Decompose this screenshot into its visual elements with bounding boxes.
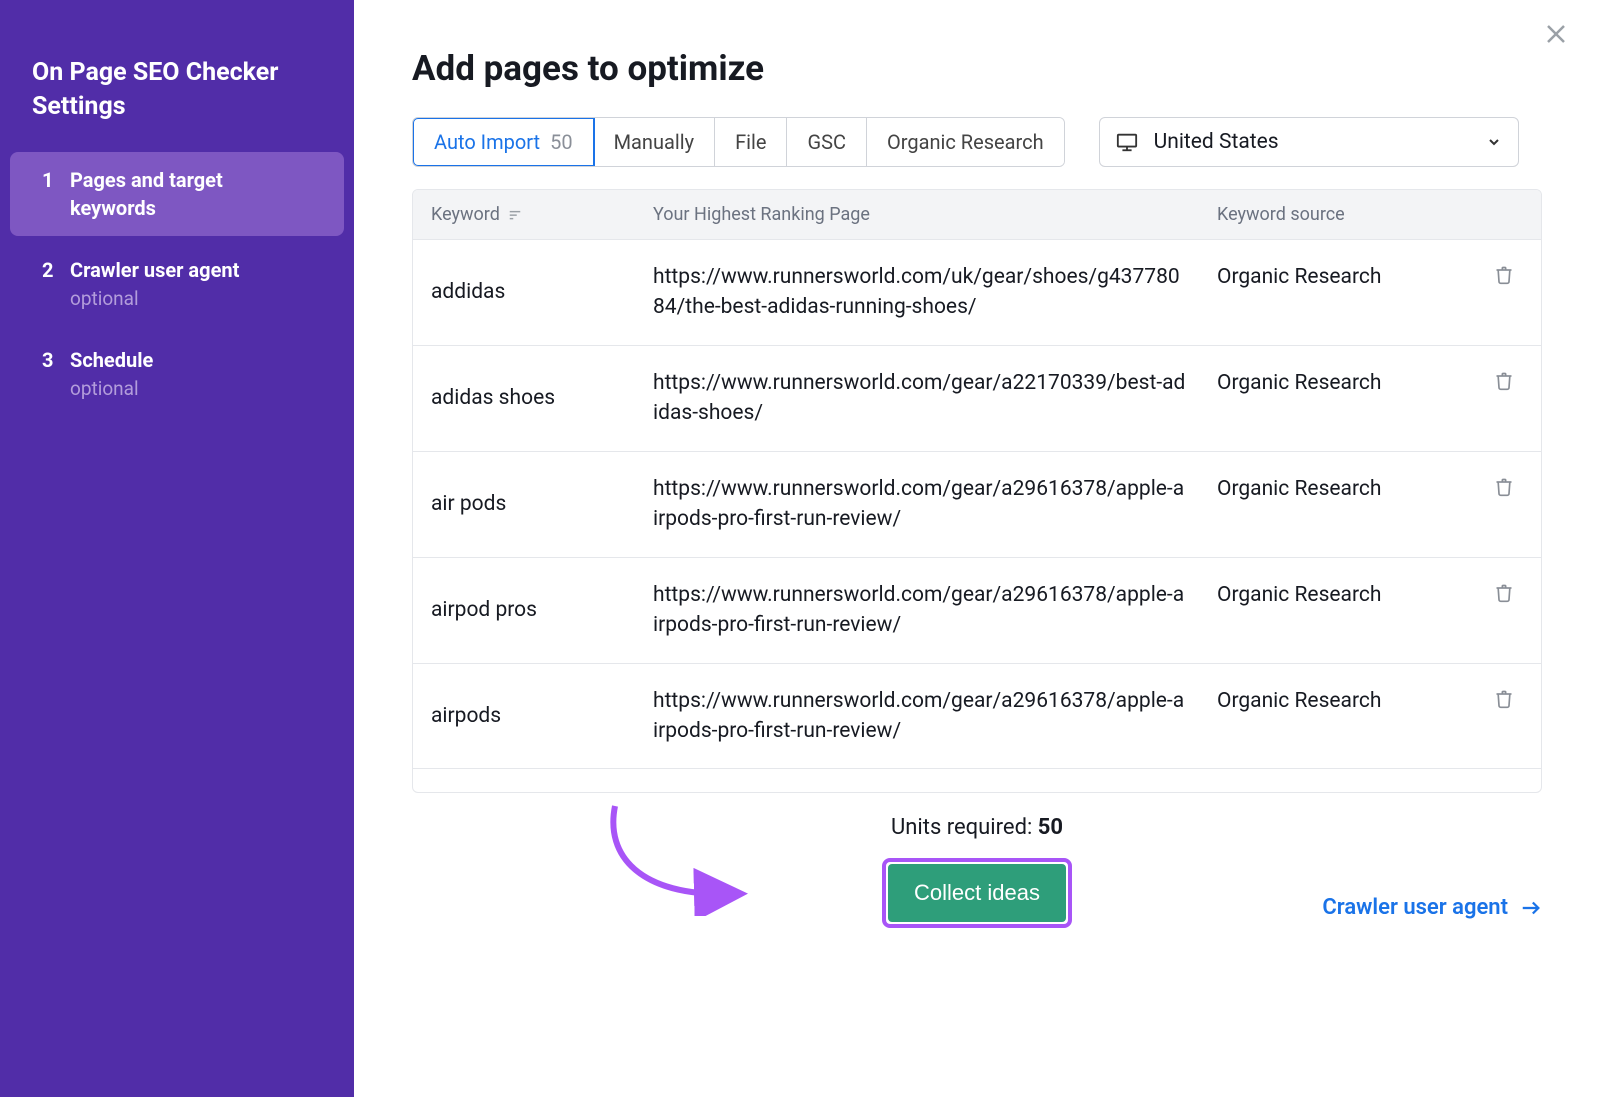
step-sublabel: optional xyxy=(70,376,153,403)
table-row: addidashttps://www.runnersworld.com/uk/g… xyxy=(413,240,1541,346)
step-schedule[interactable]: 3 Schedule optional xyxy=(10,332,344,417)
step-number: 3 xyxy=(42,346,56,374)
step-crawler-user-agent[interactable]: 2 Crawler user agent optional xyxy=(10,242,344,327)
tab-count: 50 xyxy=(550,130,572,154)
keywords-table: Keyword Your Highest Ranking Page Keywor… xyxy=(412,189,1542,793)
sidebar-title: On Page SEO Checker Settings xyxy=(0,56,354,152)
settings-sidebar: On Page SEO Checker Settings 1 Pages and… xyxy=(0,0,354,1097)
tab-auto-import[interactable]: Auto Import 50 xyxy=(412,117,595,167)
header-keyword[interactable]: Keyword xyxy=(413,204,653,225)
close-icon xyxy=(1544,22,1568,46)
units-required: Units required: 50 xyxy=(891,815,1063,840)
import-tabs: Auto Import 50 Manually File GSC Organic… xyxy=(412,117,1065,167)
next-step-label: Crawler user agent xyxy=(1322,895,1508,920)
cell-keyword: airpods xyxy=(413,686,653,747)
delete-row-button[interactable] xyxy=(1494,688,1514,718)
controls-row: Auto Import 50 Manually File GSC Organic… xyxy=(412,117,1542,167)
header-keyword-label: Keyword xyxy=(431,204,500,225)
cell-source: Organic Research xyxy=(1217,791,1467,792)
cell-url: https://www.runnersworld.com/gear/a29616… xyxy=(653,474,1217,535)
country-select[interactable]: United States xyxy=(1099,117,1519,167)
collect-ideas-highlight: Collect ideas xyxy=(882,858,1072,928)
delete-row-button[interactable] xyxy=(1494,582,1514,612)
main-panel: Add pages to optimize Auto Import 50 Man… xyxy=(354,0,1600,1097)
tab-label: Auto Import xyxy=(434,130,540,154)
trash-icon xyxy=(1494,689,1514,709)
step-label: Crawler user agent xyxy=(70,256,239,284)
cell-source: Organic Research xyxy=(1217,474,1467,535)
delete-row-button[interactable] xyxy=(1494,370,1514,400)
cell-source: Organic Research xyxy=(1217,262,1467,323)
cell-url: https://www.runnersworld.com/uk/gear/sho… xyxy=(653,262,1217,323)
cell-url: https://www.runnersworld.com/gear/a29616… xyxy=(653,686,1217,747)
trash-icon xyxy=(1494,265,1514,285)
trash-icon xyxy=(1494,477,1514,497)
footer: Units required: 50 Collect ideas Crawler… xyxy=(412,793,1542,968)
cell-keyword: air pods xyxy=(413,474,653,535)
delete-row-button[interactable] xyxy=(1494,476,1514,506)
close-button[interactable] xyxy=(1540,18,1572,50)
sort-icon xyxy=(508,208,522,222)
arrow-right-icon xyxy=(1520,897,1542,919)
delete-row-button[interactable] xyxy=(1494,264,1514,294)
table-row: airpod proshttps://www.runnersworld.com/… xyxy=(413,558,1541,664)
cell-source: Organic Research xyxy=(1217,686,1467,747)
cell-source: Organic Research xyxy=(1217,580,1467,641)
table-body[interactable]: addidashttps://www.runnersworld.com/uk/g… xyxy=(413,240,1541,792)
header-source: Keyword source xyxy=(1217,204,1467,225)
tab-gsc[interactable]: GSC xyxy=(787,118,867,166)
tab-file[interactable]: File xyxy=(715,118,787,166)
country-value: United States xyxy=(1154,130,1279,154)
trash-icon xyxy=(1494,583,1514,603)
table-row: air podshttps://www.runnersworld.com/gea… xyxy=(413,452,1541,558)
step-number: 2 xyxy=(42,256,56,284)
cell-source: Organic Research xyxy=(1217,368,1467,429)
table-row: adidas shoeshttps://www.runnersworld.com… xyxy=(413,346,1541,452)
collect-ideas-button[interactable]: Collect ideas xyxy=(888,864,1066,922)
table-header: Keyword Your Highest Ranking Page Keywor… xyxy=(413,190,1541,240)
cell-url: https://www.runnersworld.com/gear/a29616… xyxy=(653,580,1217,641)
table-row: airpodshttps://www.runnersworld.com/gear… xyxy=(413,664,1541,770)
step-label: Pages and target keywords xyxy=(70,166,312,222)
next-step-link[interactable]: Crawler user agent xyxy=(1322,895,1542,920)
step-label: Schedule xyxy=(70,346,153,374)
chevron-down-icon xyxy=(1486,134,1502,150)
desktop-icon xyxy=(1116,131,1138,153)
units-value: 50 xyxy=(1038,815,1063,840)
cell-url: https://www.runnersworld.com/gear/a22170… xyxy=(653,368,1217,429)
step-number: 1 xyxy=(42,166,56,194)
trash-icon xyxy=(1494,371,1514,391)
units-label: Units required: xyxy=(891,815,1038,840)
tab-organic-research[interactable]: Organic Research xyxy=(867,118,1064,166)
step-pages-keywords[interactable]: 1 Pages and target keywords xyxy=(10,152,344,236)
tab-manually[interactable]: Manually xyxy=(594,118,715,166)
cell-url: https://www.runnersworld.com/gear/a29616… xyxy=(653,791,1217,792)
step-sublabel: optional xyxy=(70,286,239,313)
page-title: Add pages to optimize xyxy=(412,48,1542,89)
cell-keyword: adidas shoes xyxy=(413,368,653,429)
cell-keyword: airpods pro xyxy=(413,791,653,792)
table-row: airpods prohttps://www.runnersworld.com/… xyxy=(413,769,1541,792)
header-page: Your Highest Ranking Page xyxy=(653,204,1217,225)
cell-keyword: addidas xyxy=(413,262,653,323)
cell-keyword: airpod pros xyxy=(413,580,653,641)
